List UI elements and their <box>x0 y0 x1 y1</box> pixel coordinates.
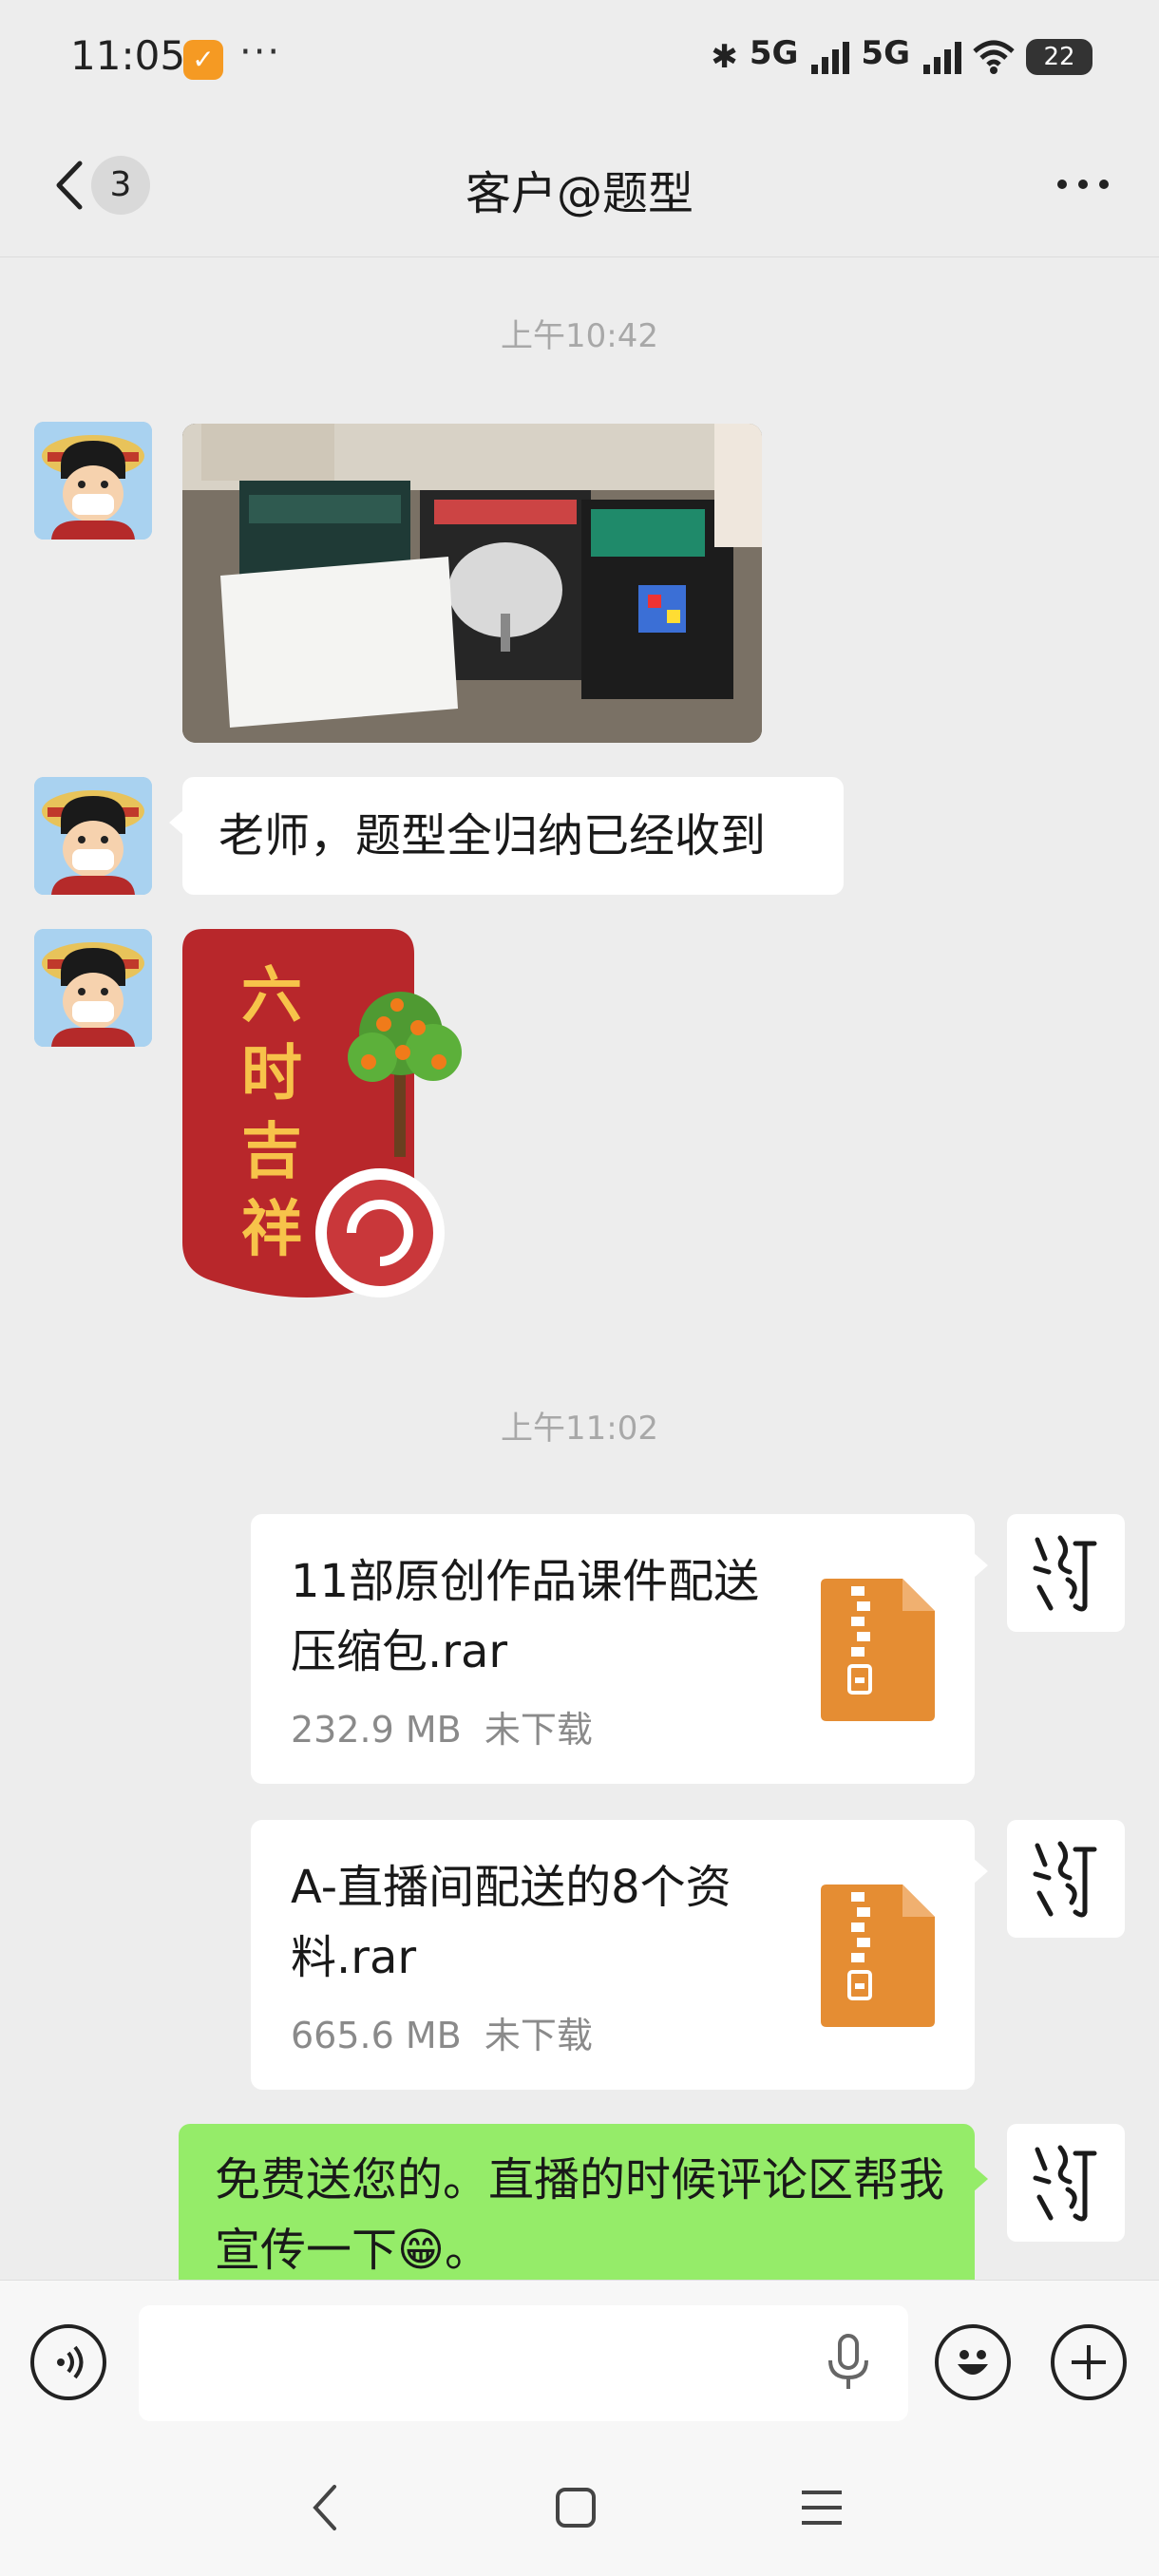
input-bar <box>0 2280 1159 2446</box>
file-message[interactable]: 11部原创作品课件配送压缩包.rar 232.9 MB 未下载 <box>251 1514 988 1784</box>
plus-icon[interactable] <box>1051 2324 1127 2400</box>
battery-icon: 22 <box>1026 39 1092 75</box>
wifi-icon <box>973 40 1015 74</box>
file-name: A-直播间配送的8个资料.rar <box>291 1861 732 1984</box>
photo-message[interactable] <box>182 424 762 743</box>
signal-icon-1 <box>811 40 850 74</box>
zip-file-icon <box>821 1579 935 1721</box>
signal-icon-2 <box>923 40 961 74</box>
signal-label-1: 5G <box>749 34 799 72</box>
file-meta: 665.6 MB 未下载 <box>291 2006 593 2058</box>
received-text-bubble[interactable]: 老师，题型全归纳已经收到 <box>169 777 844 895</box>
system-navigation-bar <box>0 2445 1159 2576</box>
my-avatar[interactable] <box>1007 2124 1125 2242</box>
contact-avatar[interactable] <box>34 929 152 1047</box>
file-name: 11部原创作品课件配送压缩包.rar <box>291 1555 760 1678</box>
status-time: 11:05 <box>70 32 186 79</box>
signal-label-2: 5G <box>861 34 910 72</box>
my-avatar[interactable] <box>1007 1820 1125 1938</box>
contact-avatar[interactable] <box>34 422 152 540</box>
bluetooth-icon: ✱ <box>711 38 738 76</box>
more-notifications-icon: ··· <box>239 30 282 74</box>
message-text: 老师，题型全归纳已经收到 <box>218 809 767 862</box>
more-options-icon[interactable] <box>1054 152 1112 222</box>
message-timestamp: 上午10:42 <box>501 317 658 355</box>
sticker-message[interactable]: 六时吉祥 <box>182 929 486 1318</box>
back-icon[interactable] <box>306 2479 344 2540</box>
file-download-status: 未下载 <box>484 1709 593 1751</box>
file-message[interactable]: A-直播间配送的8个资料.rar 665.6 MB 未下载 <box>251 1820 988 2090</box>
message-input[interactable] <box>139 2305 908 2421</box>
mic-icon[interactable] <box>825 2334 872 2391</box>
home-icon[interactable] <box>555 2487 597 2532</box>
status-bar: 11:05 ✓ ··· ✱ 5G 5G 22 <box>0 0 1159 114</box>
sticker-text: 六时吉祥 <box>241 960 302 1265</box>
file-meta: 232.9 MB 未下载 <box>291 1700 593 1752</box>
contact-avatar[interactable] <box>34 777 152 895</box>
file-download-status: 未下载 <box>484 2015 593 2056</box>
chat-title: 客户@题型 <box>465 167 694 220</box>
menu-icon[interactable] <box>800 2489 844 2530</box>
file-size: 665.6 MB <box>291 2015 462 2056</box>
chat-header: 3 客户@题型 <box>0 114 1159 257</box>
voice-icon[interactable] <box>30 2324 106 2400</box>
app-notification-icon: ✓ <box>183 40 223 80</box>
zip-file-icon <box>821 1885 935 2027</box>
message-timestamp: 上午11:02 <box>501 1410 658 1448</box>
message-text: 免费送您的。直播的时候评论区帮我宣传一下😁。 <box>215 2153 945 2277</box>
file-size: 232.9 MB <box>291 1709 462 1751</box>
my-avatar[interactable] <box>1007 1514 1125 1632</box>
emoji-icon[interactable] <box>935 2324 1011 2400</box>
